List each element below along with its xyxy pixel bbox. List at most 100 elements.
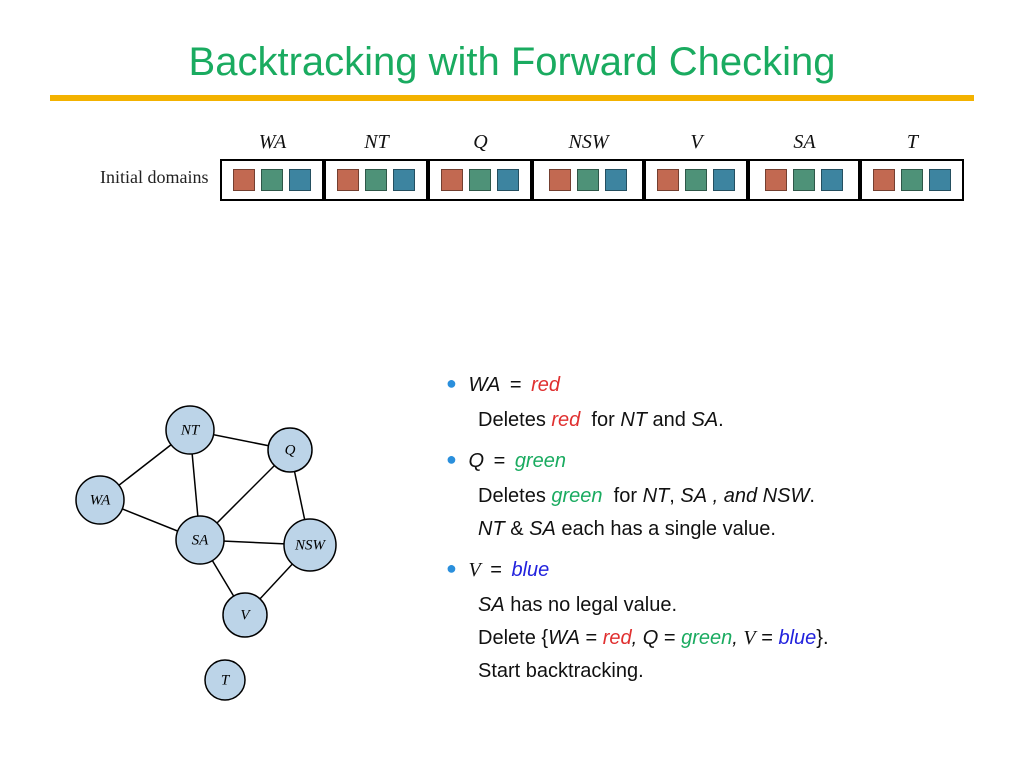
red-swatch (233, 169, 255, 191)
var: SA (680, 485, 707, 507)
text: Deletes (478, 485, 546, 507)
text: Deletes (478, 409, 546, 431)
bullet-icon: ● (446, 449, 457, 469)
var: NT (643, 485, 670, 507)
blue-swatch (929, 169, 951, 191)
domain-cells: WA NT Q NSW V SA T (220, 131, 964, 201)
eq: = (585, 627, 597, 649)
step-1: ● WA = red (446, 370, 990, 401)
domain-cell (532, 159, 644, 201)
var: WA (548, 627, 580, 649)
green-swatch (685, 169, 707, 191)
text: and (653, 409, 686, 431)
var: SA (529, 518, 556, 540)
step2-val: green (515, 450, 566, 472)
green-swatch (365, 169, 387, 191)
var: SA (691, 409, 718, 431)
steps: ● WA = red Deletes red for NT and SA. ● … (430, 370, 990, 697)
var: NSW (763, 485, 810, 507)
blue-swatch (821, 169, 843, 191)
node-label: Q (285, 442, 296, 458)
green-swatch (577, 169, 599, 191)
node-V: V (223, 593, 267, 637)
punct: , (669, 485, 675, 507)
domains-table: Initial domains WA NT Q NSW V SA T (100, 131, 984, 201)
text: each has a single value. (561, 518, 776, 540)
node-NT: NT (166, 406, 214, 454)
domain-col-WA: WA (220, 131, 324, 201)
blue-swatch (605, 169, 627, 191)
blue-swatch (713, 169, 735, 191)
eq-sign: = (510, 374, 522, 396)
var: NT (478, 518, 505, 540)
node-label: NT (180, 422, 201, 438)
domain-cell (860, 159, 964, 201)
domain-header: T (907, 131, 918, 159)
step2-detail-1: Deletes green for NT, SA , and NSW. (478, 481, 990, 512)
punct: , (632, 627, 638, 649)
text: for (614, 485, 637, 507)
node-SA: SA (176, 516, 224, 564)
domain-col-NT: NT (324, 131, 428, 201)
color-word: green (551, 485, 602, 507)
punct: . (718, 409, 724, 431)
node-label: NSW (294, 537, 327, 553)
green-swatch (793, 169, 815, 191)
node-label: SA (192, 532, 210, 548)
color-word: red (603, 627, 632, 649)
step3-val: blue (511, 559, 549, 581)
domain-header: NT (364, 131, 388, 159)
color-word: green (681, 627, 732, 649)
eq-sign: = (494, 450, 506, 472)
step1-detail: Deletes red for NT and SA. (478, 405, 990, 436)
domain-cell (220, 159, 324, 201)
node-Q: Q (268, 428, 312, 472)
text: & (510, 518, 523, 540)
domain-cell (324, 159, 428, 201)
punct: }. (816, 627, 828, 649)
bullet-icon: ● (446, 558, 457, 578)
domain-col-Q: Q (428, 131, 532, 201)
text: , and (713, 485, 757, 507)
bullet-icon: ● (446, 373, 457, 393)
red-swatch (337, 169, 359, 191)
step-2: ● Q = green (446, 446, 990, 477)
step1-var: WA (468, 374, 500, 396)
step3-detail-2: Delete {WA = red, Q = green, V = blue}. (478, 623, 990, 654)
var: SA (478, 594, 505, 616)
text: has no legal value. (510, 594, 677, 616)
node-NSW: NSW (284, 519, 336, 571)
green-swatch (901, 169, 923, 191)
var: V (743, 627, 755, 649)
red-swatch (441, 169, 463, 191)
domain-col-V: V (644, 131, 748, 201)
punct: , (732, 627, 738, 649)
text: Start backtracking. (478, 660, 644, 682)
blue-swatch (289, 169, 311, 191)
graph-svg: WANTQSANSWVT (60, 380, 380, 710)
eq-sign: = (490, 559, 502, 581)
step3-var: V (468, 559, 480, 581)
step3-detail-1: SA has no legal value. (478, 590, 990, 621)
node-label: WA (90, 492, 111, 508)
domain-col-T: T (860, 131, 964, 201)
red-swatch (549, 169, 571, 191)
domain-cell (748, 159, 860, 201)
red-swatch (873, 169, 895, 191)
domain-header: V (690, 131, 702, 159)
domain-header: NSW (568, 131, 608, 159)
red-swatch (657, 169, 679, 191)
domain-header: SA (793, 131, 815, 159)
constraint-graph: WANTQSANSWVT (60, 380, 380, 700)
row-label: Initial domains (100, 167, 208, 188)
node-WA: WA (76, 476, 124, 524)
step3-detail-3: Start backtracking. (478, 656, 990, 687)
step2-var: Q (468, 450, 484, 472)
green-swatch (469, 169, 491, 191)
domain-header: WA (259, 131, 286, 159)
eq: = (664, 627, 676, 649)
step2-detail-2: NT & SA each has a single value. (478, 514, 990, 545)
domain-header: Q (473, 131, 487, 159)
red-swatch (765, 169, 787, 191)
domain-cell (428, 159, 532, 201)
